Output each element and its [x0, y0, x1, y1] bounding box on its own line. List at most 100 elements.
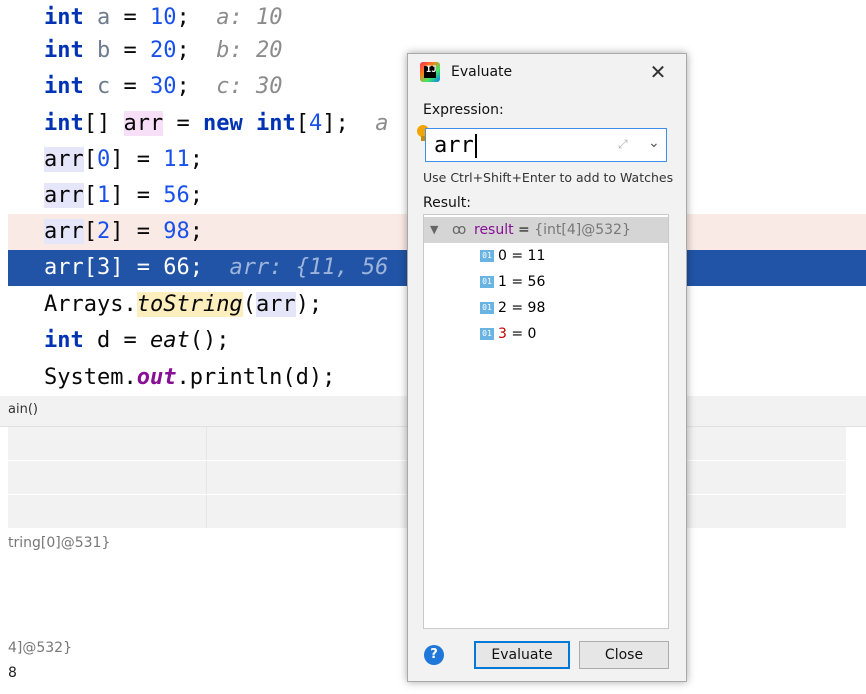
number: 1 — [97, 183, 111, 208]
result-child-node[interactable]: 01 0 = 11 — [424, 243, 668, 269]
operator: = — [110, 5, 150, 30]
code-line-1[interactable]: int a = 10; a: 10 — [8, 0, 866, 36]
result-child-node[interactable]: 01 1 = 56 — [424, 269, 668, 295]
semicolon: ; — [176, 74, 190, 99]
result-tree[interactable]: ▼ ꝏ result = {int[4]@532} 01 0 = 11 01 1 =… — [423, 214, 669, 629]
bracket: [ — [83, 219, 97, 244]
keyword: int — [44, 5, 84, 30]
expression-label: Expression: — [423, 102, 504, 118]
inline-debug-hint: a: 10 — [216, 5, 283, 30]
result-reference: {int[4]@532} — [534, 222, 631, 238]
primitive-value-icon: 01 — [480, 250, 494, 262]
bracket: [ — [295, 111, 309, 136]
inline-debug-hint: c: 30 — [216, 74, 283, 99]
array-value: = 98 — [506, 300, 546, 316]
variable-entry[interactable]: tring[0]@531} — [8, 535, 110, 551]
text-caret — [474, 134, 477, 158]
number: 10 — [150, 5, 177, 30]
class-name: System. — [44, 365, 137, 390]
column-separator — [206, 427, 207, 460]
variable-arr: arr — [255, 292, 296, 317]
number: 98 — [163, 219, 190, 244]
semicolon: ; — [176, 38, 190, 63]
variable-entry[interactable]: 4]@532} — [8, 640, 72, 656]
dialog-title: Evaluate — [451, 64, 513, 80]
semicolon: ; — [189, 219, 203, 244]
evaluate-button[interactable]: Evaluate — [474, 641, 570, 669]
array-index: 0 — [498, 248, 507, 264]
number: 66 — [163, 255, 190, 280]
help-icon[interactable]: ? — [424, 645, 444, 665]
brackets: [] — [83, 111, 124, 136]
bracket: [ — [83, 183, 97, 208]
inline-debug-hint: a — [375, 111, 389, 136]
bracket: ]; — [322, 111, 349, 136]
dialog-title-bar[interactable]: IJ Evaluate ✕ — [408, 54, 686, 92]
array-index-changed: 3 — [498, 326, 507, 342]
chevron-down-icon[interactable]: ⌄ — [648, 135, 660, 151]
semicolon: ; — [189, 183, 203, 208]
class-name: Arrays. — [44, 292, 137, 317]
number: 4 — [309, 111, 323, 136]
number: 20 — [150, 38, 177, 63]
result-name: result — [474, 222, 514, 238]
tree-expand-arrow-icon[interactable]: ▼ — [430, 217, 438, 243]
statement: d = — [83, 328, 150, 353]
result-child-node[interactable]: 01 2 = 98 — [424, 295, 668, 321]
number: 0 — [97, 147, 111, 172]
number: 11 — [163, 147, 190, 172]
statement: .println(d); — [176, 365, 336, 390]
operator: ] = — [110, 255, 164, 280]
paren: (); — [189, 328, 230, 353]
result-equals: = — [513, 222, 535, 238]
field-name: out — [136, 365, 177, 390]
keyword: int — [44, 38, 84, 63]
keyword: new — [203, 111, 243, 136]
operator: ] = — [110, 147, 164, 172]
variable-arr: arr — [44, 183, 84, 208]
expand-icon[interactable]: ⤢ — [618, 137, 628, 152]
primitive-value-icon: 01 — [480, 302, 494, 314]
number: 3 — [97, 255, 111, 280]
expression-value: arr — [434, 133, 474, 158]
array-index: 2 — [498, 300, 507, 316]
keyword: int — [256, 111, 296, 136]
glasses-icon: ꝏ — [452, 222, 467, 238]
array-index: 1 — [498, 274, 507, 290]
operator: = — [110, 74, 150, 99]
result-root-node[interactable]: ▼ ꝏ result = {int[4]@532} — [424, 217, 668, 243]
keyword: int — [44, 74, 84, 99]
watches-hint: Use Ctrl+Shift+Enter to add to Watches — [423, 170, 674, 185]
number: 2 — [97, 219, 111, 244]
variable: a — [83, 5, 111, 30]
operator: = — [110, 38, 150, 63]
variable-arr: arr — [44, 219, 84, 244]
semicolon: ; — [176, 5, 190, 30]
column-separator — [206, 461, 207, 494]
variable-arr: arr — [44, 255, 84, 280]
result-label: Result: — [423, 195, 471, 211]
array-value: = 11 — [506, 248, 546, 264]
variable-entry[interactable]: 8 — [8, 665, 17, 681]
array-value: = 0 — [506, 326, 537, 342]
number: 56 — [163, 183, 190, 208]
variable-arr: arr — [123, 111, 164, 136]
result-child-node[interactable]: 01 3 = 0 — [424, 321, 668, 347]
semicolon: ; — [189, 255, 203, 280]
close-icon[interactable]: ✕ — [647, 61, 669, 83]
evaluate-dialog[interactable]: IJ Evaluate ✕ Expression: arr ⤢ ⌄ Use Ct… — [407, 53, 687, 682]
expression-input[interactable]: arr ⤢ ⌄ — [425, 128, 667, 162]
method-name: toString — [136, 292, 243, 317]
variable: b — [83, 38, 111, 63]
operator: ] = — [110, 183, 164, 208]
inline-debug-hint: arr: {11, 56 — [229, 255, 389, 280]
method-name: eat — [149, 328, 190, 353]
close-button[interactable]: Close — [579, 641, 669, 669]
frame-label: ain() — [8, 402, 38, 417]
bracket: [ — [83, 255, 97, 280]
primitive-value-icon: 01 — [480, 276, 494, 288]
operator: ] = — [110, 219, 164, 244]
inline-debug-hint: b: 20 — [216, 38, 283, 63]
operator: = — [163, 111, 203, 136]
